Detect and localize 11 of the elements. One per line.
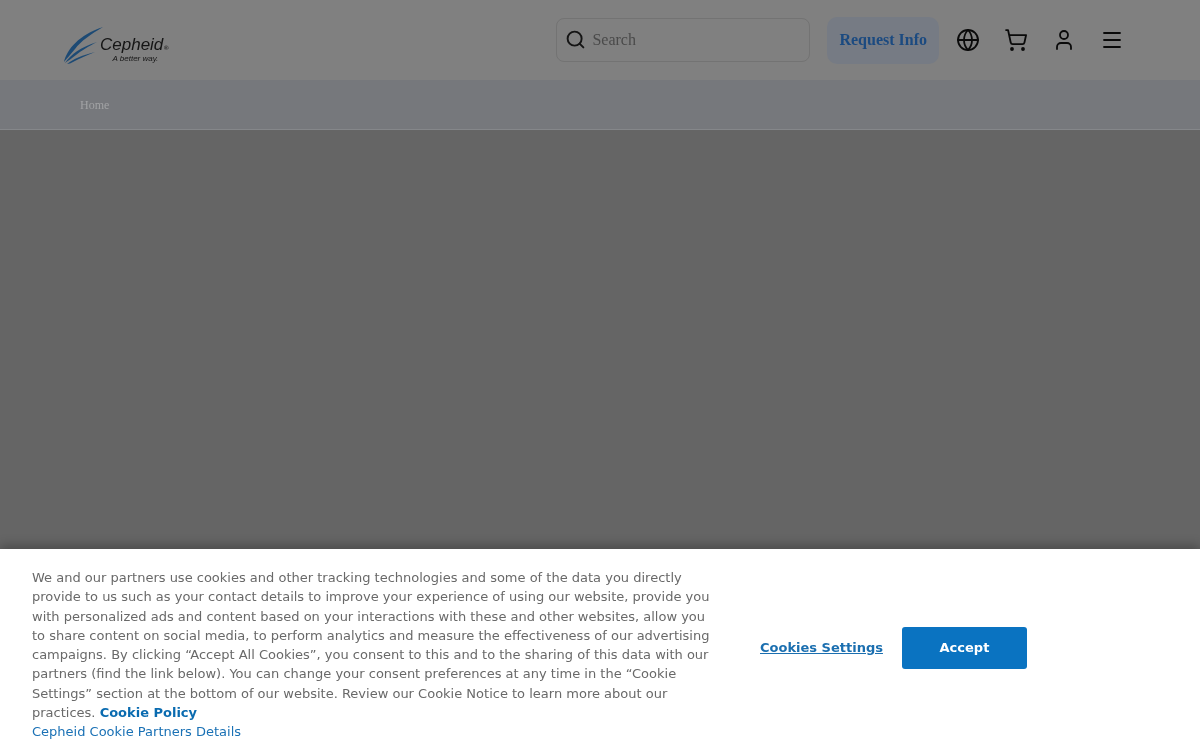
logo-tagline: A better way. xyxy=(112,53,159,63)
logo-swoosh-icon xyxy=(63,26,103,64)
cookie-notice-text: We and our partners use cookies and other tracking technologies and some of the data you directly provide to us such as your contact details to improve your experience of using our website, provide you with personalized ads and content based on your interactions with these and other websites, allow you to share content on social media, to perform analytics and measure the effectiveness of our advertising campaigns. By clicking “Accept All Cookies”, you consent to this and to the sharing of this data with our partners (find the link below). You can change your consent preferences at any time in the “Cookie Settings” section at the bottom of our website. Review our Cookie Notice to learn more about our practices. Cookie Policy xyxy=(32,569,711,723)
cookies-settings-link[interactable]: Cookies Settings xyxy=(760,638,883,658)
cart-icon[interactable] xyxy=(1004,28,1028,52)
search-icon xyxy=(565,29,587,50)
partners-details-link[interactable]: Cepheid Cookie Partners Details xyxy=(32,722,242,742)
logo-name: Cepheid xyxy=(100,35,164,54)
globe-icon[interactable] xyxy=(956,28,980,52)
cookie-policy-link[interactable]: Cookie Policy xyxy=(99,705,198,721)
accept-button[interactable]: Accept xyxy=(901,627,1027,669)
